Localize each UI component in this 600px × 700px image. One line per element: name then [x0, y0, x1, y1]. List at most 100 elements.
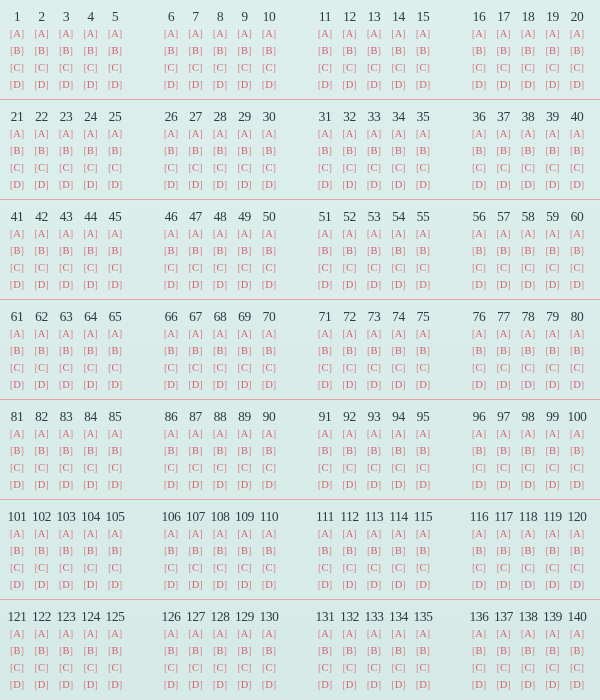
option-c-bubble[interactable]: [C]: [314, 561, 336, 576]
option-c-bubble[interactable]: [C]: [517, 361, 539, 376]
option-a-bubble[interactable]: [A]: [388, 627, 410, 642]
option-a-bubble[interactable]: [A]: [388, 527, 410, 542]
option-d-bubble[interactable]: [D]: [234, 378, 256, 393]
option-c-bubble[interactable]: [C]: [55, 561, 77, 576]
option-b-bubble[interactable]: [B]: [55, 544, 77, 559]
option-d-bubble[interactable]: [D]: [468, 278, 490, 293]
option-c-bubble[interactable]: [C]: [314, 261, 336, 276]
option-d-bubble[interactable]: [D]: [468, 678, 490, 693]
option-d-bubble[interactable]: [D]: [80, 378, 102, 393]
option-c-bubble[interactable]: [C]: [517, 661, 539, 676]
option-a-bubble[interactable]: [A]: [160, 627, 182, 642]
option-d-bubble[interactable]: [D]: [258, 78, 280, 93]
option-b-bubble[interactable]: [B]: [314, 544, 336, 559]
option-b-bubble[interactable]: [B]: [412, 544, 434, 559]
option-d-bubble[interactable]: [D]: [209, 278, 231, 293]
option-c-bubble[interactable]: [C]: [185, 161, 207, 176]
option-b-bubble[interactable]: [B]: [566, 444, 588, 459]
option-c-bubble[interactable]: [C]: [566, 61, 588, 76]
option-a-bubble[interactable]: [A]: [542, 627, 564, 642]
option-d-bubble[interactable]: [D]: [566, 78, 588, 93]
option-b-bubble[interactable]: [B]: [468, 644, 490, 659]
option-a-bubble[interactable]: [A]: [542, 427, 564, 442]
option-c-bubble[interactable]: [C]: [104, 461, 126, 476]
option-b-bubble[interactable]: [B]: [160, 344, 182, 359]
option-b-bubble[interactable]: [B]: [258, 244, 280, 259]
option-a-bubble[interactable]: [A]: [493, 127, 515, 142]
option-a-bubble[interactable]: [A]: [209, 627, 231, 642]
option-a-bubble[interactable]: [A]: [31, 227, 53, 242]
option-a-bubble[interactable]: [A]: [258, 427, 280, 442]
option-c-bubble[interactable]: [C]: [517, 161, 539, 176]
option-d-bubble[interactable]: [D]: [493, 678, 515, 693]
option-a-bubble[interactable]: [A]: [160, 227, 182, 242]
option-b-bubble[interactable]: [B]: [104, 244, 126, 259]
option-a-bubble[interactable]: [A]: [517, 627, 539, 642]
option-a-bubble[interactable]: [A]: [468, 127, 490, 142]
option-b-bubble[interactable]: [B]: [258, 644, 280, 659]
option-a-bubble[interactable]: [A]: [412, 227, 434, 242]
option-b-bubble[interactable]: [B]: [542, 344, 564, 359]
option-c-bubble[interactable]: [C]: [388, 61, 410, 76]
option-d-bubble[interactable]: [D]: [363, 278, 385, 293]
option-d-bubble[interactable]: [D]: [258, 278, 280, 293]
option-d-bubble[interactable]: [D]: [388, 278, 410, 293]
option-d-bubble[interactable]: [D]: [468, 478, 490, 493]
option-c-bubble[interactable]: [C]: [104, 661, 126, 676]
option-b-bubble[interactable]: [B]: [517, 244, 539, 259]
option-d-bubble[interactable]: [D]: [542, 478, 564, 493]
option-a-bubble[interactable]: [A]: [314, 27, 336, 42]
option-d-bubble[interactable]: [D]: [363, 478, 385, 493]
option-c-bubble[interactable]: [C]: [6, 361, 28, 376]
option-d-bubble[interactable]: [D]: [363, 178, 385, 193]
option-c-bubble[interactable]: [C]: [104, 361, 126, 376]
option-d-bubble[interactable]: [D]: [388, 78, 410, 93]
option-d-bubble[interactable]: [D]: [258, 578, 280, 593]
option-b-bubble[interactable]: [B]: [80, 44, 102, 59]
option-b-bubble[interactable]: [B]: [31, 144, 53, 159]
option-c-bubble[interactable]: [C]: [209, 561, 231, 576]
option-b-bubble[interactable]: [B]: [566, 644, 588, 659]
option-a-bubble[interactable]: [A]: [517, 127, 539, 142]
option-c-bubble[interactable]: [C]: [339, 661, 361, 676]
option-d-bubble[interactable]: [D]: [388, 178, 410, 193]
option-b-bubble[interactable]: [B]: [566, 344, 588, 359]
option-b-bubble[interactable]: [B]: [6, 44, 28, 59]
option-b-bubble[interactable]: [B]: [209, 44, 231, 59]
option-c-bubble[interactable]: [C]: [234, 461, 256, 476]
option-d-bubble[interactable]: [D]: [468, 178, 490, 193]
option-b-bubble[interactable]: [B]: [185, 444, 207, 459]
option-a-bubble[interactable]: [A]: [258, 627, 280, 642]
option-b-bubble[interactable]: [B]: [363, 444, 385, 459]
option-a-bubble[interactable]: [A]: [80, 427, 102, 442]
option-c-bubble[interactable]: [C]: [160, 61, 182, 76]
option-a-bubble[interactable]: [A]: [468, 327, 490, 342]
option-c-bubble[interactable]: [C]: [104, 161, 126, 176]
option-a-bubble[interactable]: [A]: [55, 327, 77, 342]
option-a-bubble[interactable]: [A]: [258, 127, 280, 142]
option-c-bubble[interactable]: [C]: [493, 461, 515, 476]
option-a-bubble[interactable]: [A]: [6, 427, 28, 442]
option-b-bubble[interactable]: [B]: [388, 244, 410, 259]
option-b-bubble[interactable]: [B]: [6, 244, 28, 259]
option-d-bubble[interactable]: [D]: [80, 478, 102, 493]
option-d-bubble[interactable]: [D]: [55, 678, 77, 693]
option-b-bubble[interactable]: [B]: [468, 144, 490, 159]
option-a-bubble[interactable]: [A]: [339, 627, 361, 642]
option-d-bubble[interactable]: [D]: [258, 478, 280, 493]
option-c-bubble[interactable]: [C]: [314, 461, 336, 476]
option-b-bubble[interactable]: [B]: [31, 244, 53, 259]
option-c-bubble[interactable]: [C]: [104, 561, 126, 576]
option-b-bubble[interactable]: [B]: [388, 444, 410, 459]
option-a-bubble[interactable]: [A]: [55, 527, 77, 542]
option-b-bubble[interactable]: [B]: [234, 444, 256, 459]
option-d-bubble[interactable]: [D]: [363, 78, 385, 93]
option-c-bubble[interactable]: [C]: [209, 261, 231, 276]
option-d-bubble[interactable]: [D]: [185, 278, 207, 293]
option-a-bubble[interactable]: [A]: [234, 27, 256, 42]
option-d-bubble[interactable]: [D]: [209, 478, 231, 493]
option-b-bubble[interactable]: [B]: [314, 244, 336, 259]
option-a-bubble[interactable]: [A]: [234, 527, 256, 542]
option-a-bubble[interactable]: [A]: [80, 127, 102, 142]
option-a-bubble[interactable]: [A]: [363, 27, 385, 42]
